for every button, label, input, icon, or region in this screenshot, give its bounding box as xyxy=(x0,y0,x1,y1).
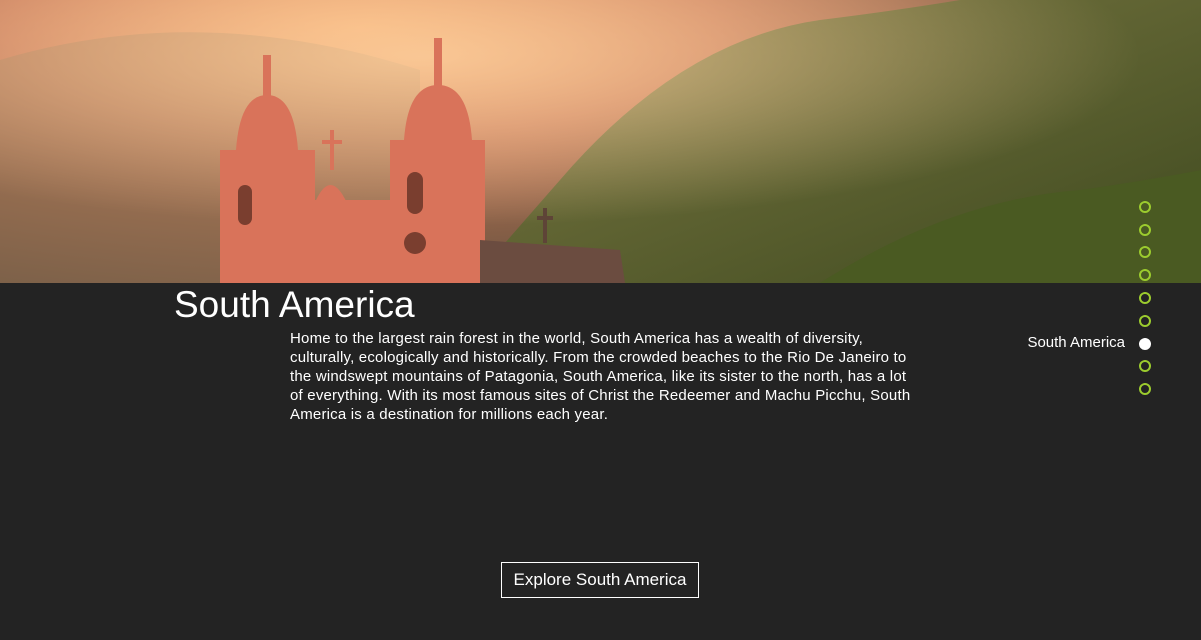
active-dot-label: South America xyxy=(1027,334,1125,351)
nav-dot-active[interactable] xyxy=(1139,338,1151,350)
nav-dot[interactable] xyxy=(1139,360,1151,372)
nav-dot[interactable] xyxy=(1139,269,1151,281)
hero-image xyxy=(0,0,1201,283)
nav-dot[interactable] xyxy=(1139,246,1151,258)
nav-dot[interactable] xyxy=(1139,224,1151,236)
nav-dot[interactable] xyxy=(1139,315,1151,327)
hero-illustration xyxy=(0,0,1201,283)
explore-button[interactable]: Explore South America xyxy=(501,562,699,598)
section-title: South America xyxy=(174,284,415,325)
section-description: Home to the largest rain forest in the w… xyxy=(290,330,911,423)
nav-dot[interactable] xyxy=(1139,383,1151,395)
nav-dot[interactable] xyxy=(1139,201,1151,213)
nav-dot[interactable] xyxy=(1139,292,1151,304)
